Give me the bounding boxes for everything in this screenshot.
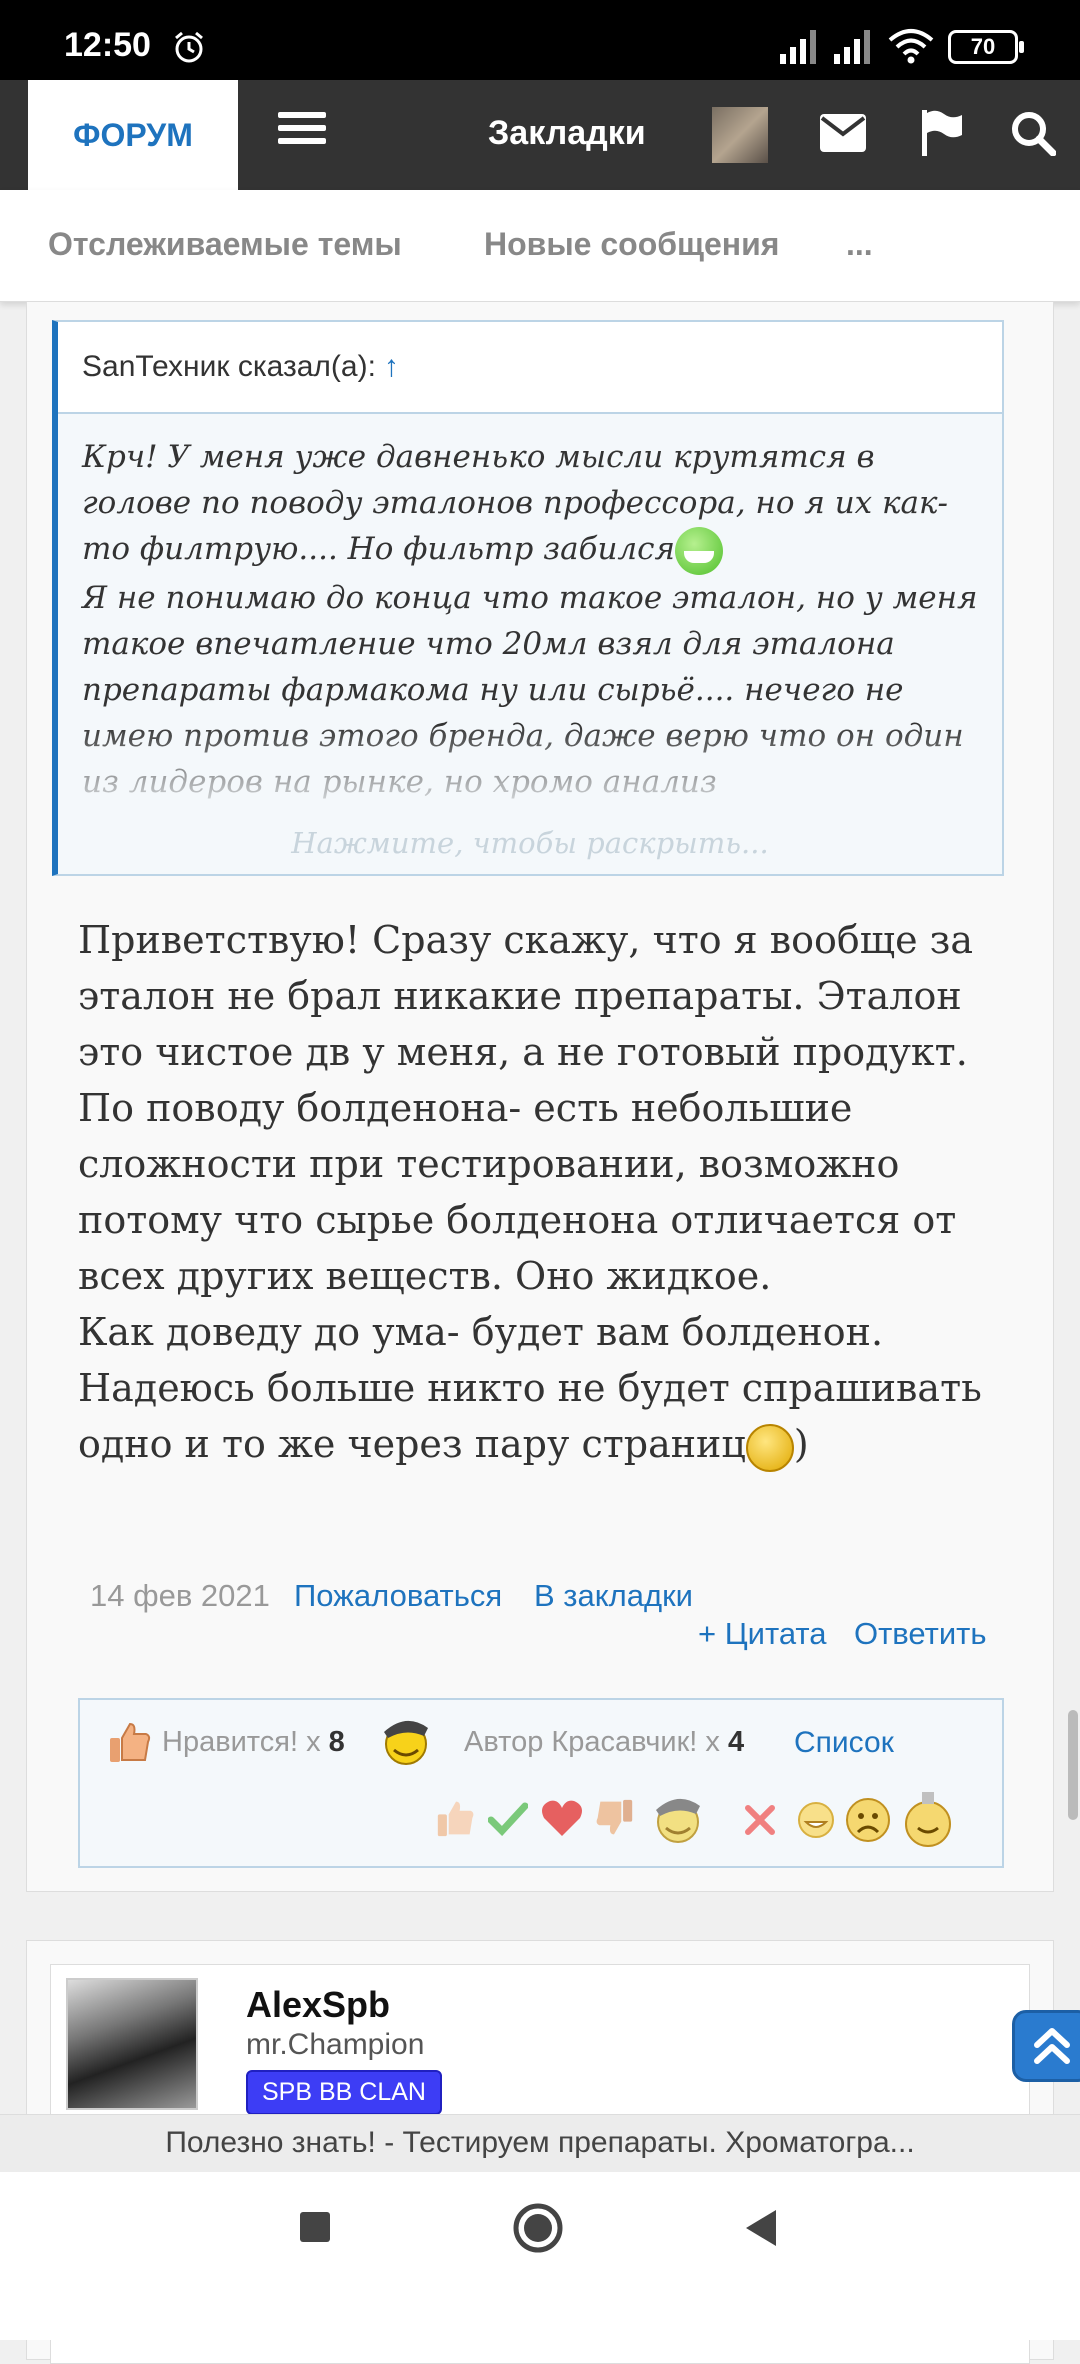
scrollbar[interactable] [1068,1710,1078,1820]
mail-icon[interactable] [820,114,866,152]
signal-icon [834,30,870,64]
top-navbar: ФОРУМ Закладки [0,80,1080,190]
quote-author: SanТехник сказал(а): [82,350,376,383]
quote-expand-link[interactable]: Нажмите, чтобы раскрыть... [58,826,1002,860]
sad-icon[interactable] [844,1796,892,1844]
quote-text: Крч! У меня уже давненько мысли крутятся… [82,439,949,567]
back-icon[interactable] [742,2208,778,2248]
battery-icon: 70 [948,30,1024,64]
thumbs-up-icon[interactable] [436,1798,476,1838]
alarm-icon [175,31,203,63]
home-icon[interactable] [512,2202,564,2254]
grin-icon[interactable] [796,1800,836,1840]
cool-smiley-icon[interactable] [648,1788,706,1846]
quote-block: SanТехник сказал(а): ↑ Крч! У меня уже да… [52,320,1004,876]
tab-forum[interactable]: ФОРУМ [28,80,238,190]
cool-smiley-icon [384,1720,428,1765]
user-group-badge: SPB BB CLAN [246,2070,442,2115]
grin-emoji-icon [675,526,724,575]
medal-icon[interactable] [902,1792,954,1848]
flag-icon[interactable] [920,110,964,156]
thread-title-bar[interactable]: Полезно знать! - Тестируем препараты. Хр… [0,2114,1080,2172]
bookmark-link[interactable]: В закладки [534,1578,693,1614]
author-count: 4 [727,1726,745,1758]
signal-icon [780,30,816,64]
author-reaction-summary: Автор Красавчик! x 4 [464,1726,745,1758]
check-icon[interactable] [488,1802,528,1836]
like-reaction-summary: Нравится! x 8 [162,1726,345,1758]
status-bar: 12:50 70 [0,0,1080,80]
sub-navigation: Отслеживаемые темы Новые сообщения ... [0,190,1080,302]
heart-icon[interactable] [540,1798,584,1838]
cross-icon[interactable] [744,1804,776,1836]
wifi-icon [888,29,934,64]
scroll-to-top-button[interactable] [1012,2010,1080,2082]
recent-apps-icon[interactable] [298,2210,332,2244]
reactions-list-link[interactable]: Список [794,1726,894,1760]
quote-button[interactable]: + Цитата [698,1616,826,1652]
report-link[interactable]: Пожаловаться [294,1578,502,1614]
subnav-more[interactable]: ... [846,226,873,263]
quote-jump-link[interactable]: ↑ [384,350,399,383]
post-text: Приветствую! Сразу скажу, что я вообще з… [78,918,982,1466]
smile-emoji-icon [745,1423,794,1472]
thumbs-down-icon[interactable] [594,1798,634,1838]
username-link[interactable]: AlexSpb [246,1984,390,2026]
reactions-panel: Нравится! x 8 Автор Красавчик! x 4 Списо… [78,1698,1004,1868]
subnav-new-posts[interactable]: Новые сообщения [484,226,779,263]
like-count: 8 [328,1726,345,1758]
post-date[interactable]: 14 фев 2021 [90,1578,270,1614]
user-title: mr.Champion [246,2028,425,2061]
quote-header: SanТехник сказал(а): ↑ [58,322,1002,414]
post-message: Приветствую! Сразу скажу, что я вообще з… [78,912,1018,1472]
post-text-end: ) [793,1422,809,1466]
double-chevron-up-icon [1034,2028,1070,2064]
subnav-watched-threads[interactable]: Отслеживаемые темы [48,226,402,263]
search-icon[interactable] [1010,110,1056,156]
bookmarks-link[interactable]: Закладки [488,114,646,153]
avatar[interactable] [712,107,768,163]
menu-icon[interactable] [278,112,326,152]
clock: 12:50 [64,26,151,64]
avatar[interactable] [66,1978,198,2110]
thumbs-up-icon [110,1722,151,1762]
reply-button[interactable]: Ответить [854,1616,987,1652]
system-navigation-bar [0,2172,1080,2340]
